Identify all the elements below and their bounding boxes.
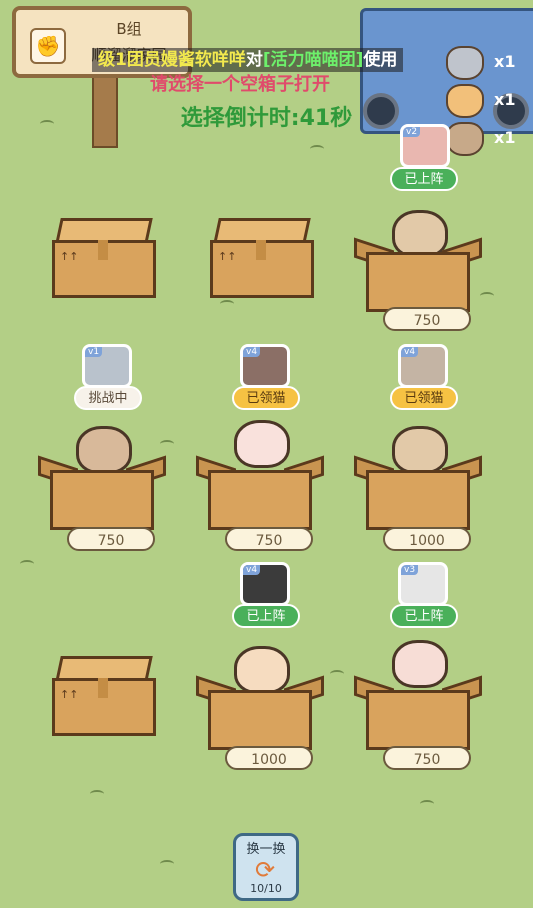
open-box-with-cat[interactable] <box>354 640 482 750</box>
status-tag: 已上阵 <box>390 604 458 628</box>
player-avatar[interactable]: v4 <box>240 562 290 606</box>
price-pill: 750 <box>383 746 471 770</box>
select-prompt: 请选择一个空箱子打开 <box>150 74 330 95</box>
box-tape <box>98 678 108 698</box>
swap-button[interactable]: 换一换 ⟳ 10/10 <box>233 833 299 901</box>
refresh-icon: ⟳ <box>254 856 276 884</box>
gray-cat-icon <box>446 46 484 80</box>
open-box-with-cat[interactable] <box>196 420 324 530</box>
box-body <box>208 690 312 750</box>
player-avatar[interactable]: v1 <box>82 344 132 388</box>
pink-cat <box>234 420 290 468</box>
open-box-with-cat[interactable] <box>196 646 324 750</box>
box-body <box>366 252 470 312</box>
status-tag: 已上阵 <box>390 167 458 191</box>
calico-cat <box>234 646 290 694</box>
closed-box[interactable]: ↑↑ <box>52 218 156 298</box>
swap-label: 换一换 <box>246 842 286 857</box>
status-tag: 已上阵 <box>232 604 300 628</box>
vip-badge: v3 <box>401 565 419 575</box>
open-box-with-cat[interactable] <box>354 210 482 312</box>
price-pill: 1000 <box>383 527 471 551</box>
angry-siamese-cat <box>76 426 132 474</box>
banner-target-team: [活力喵喵团] <box>262 50 364 70</box>
banner-verb: 对 <box>245 50 263 70</box>
siamese-cat <box>392 426 448 474</box>
banner-action: 使用 <box>363 50 398 70</box>
banner-user: 嫚酱软咩咩 <box>160 50 246 70</box>
swap-count: 10/10 <box>250 882 282 895</box>
open-box-with-cat[interactable] <box>38 426 166 530</box>
box-body <box>366 690 470 750</box>
player-avatar[interactable]: v4 <box>398 344 448 388</box>
orange-cat-icon <box>446 84 484 118</box>
this-side-up-mark: ↑↑ <box>60 688 79 701</box>
vip-badge: v1 <box>85 347 103 357</box>
banner-rank: 级1团员 <box>98 50 161 70</box>
box-body <box>208 470 312 530</box>
closed-box[interactable]: ↑↑ <box>210 218 314 298</box>
player-avatar[interactable]: v4 <box>240 344 290 388</box>
price-pill: 750 <box>383 307 471 331</box>
vip-badge: v4 <box>401 347 419 357</box>
pink-cat <box>392 640 448 688</box>
reward-count: x1 <box>494 128 516 147</box>
this-side-up-mark: ↑↑ <box>218 250 237 263</box>
open-box-with-cat[interactable] <box>354 426 482 530</box>
closed-box[interactable]: ↑↑ <box>52 656 156 736</box>
price-pill: 750 <box>67 527 155 551</box>
vip-badge: v2 <box>403 127 421 137</box>
vip-badge: v4 <box>243 347 261 357</box>
fist-icon: ✊ <box>30 28 66 64</box>
status-tag: 挑战中 <box>74 386 142 410</box>
box-body <box>366 470 470 530</box>
player-avatar[interactable]: v3 <box>398 562 448 606</box>
price-pill: 1000 <box>225 746 313 770</box>
event-banner: 级1团员嫚酱软咩咩对[活力喵喵团]使用 <box>92 48 404 72</box>
sign-group-label: B组 <box>116 20 142 38</box>
box-tape <box>98 240 108 260</box>
status-tag: 已领猫 <box>232 386 300 410</box>
siamese-cat-icon <box>446 122 484 156</box>
box-body <box>50 470 154 530</box>
player-avatar[interactable]: v2 <box>400 124 450 168</box>
status-tag: 已领猫 <box>390 386 458 410</box>
reward-count: x1 <box>494 90 516 109</box>
this-side-up-mark: ↑↑ <box>60 250 79 263</box>
siamese-cat <box>392 210 448 258</box>
reward-count: x1 <box>494 52 516 71</box>
box-tape <box>256 240 266 260</box>
price-pill: 750 <box>225 527 313 551</box>
vip-badge: v4 <box>243 565 261 575</box>
